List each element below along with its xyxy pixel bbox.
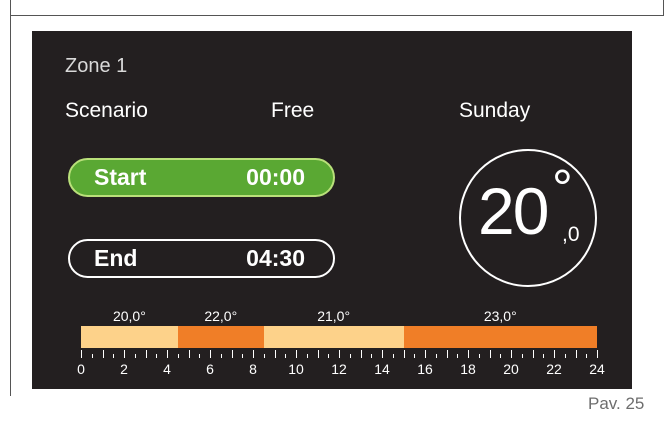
axis-tick [156, 354, 158, 358]
axis-tick [242, 354, 244, 358]
axis-tick [285, 354, 287, 358]
schedule-segment[interactable] [81, 326, 178, 348]
schedule-segment[interactable] [263, 326, 404, 348]
axis-tick [263, 354, 265, 358]
timeline-axis [81, 348, 598, 358]
segment-temperature-label: 20,0° [112, 308, 146, 324]
axis-hour-label: 14 [374, 361, 390, 377]
axis-hour-label: 22 [546, 361, 562, 377]
axis-tick [339, 350, 340, 358]
axis-tick [317, 350, 319, 358]
axis-hour-label: 4 [163, 361, 171, 377]
schedule-segment[interactable] [177, 326, 264, 348]
axis-hour-label: 18 [460, 361, 476, 377]
temperature-integer: 20 [478, 174, 549, 248]
end-time-value: 04:30 [246, 245, 305, 271]
axis-tick [564, 354, 566, 358]
axis-hour-label: 20 [503, 361, 519, 377]
axis-hour-label: 2 [120, 361, 128, 377]
start-time-button[interactable]: Start 00:00 [68, 158, 335, 197]
axis-tick [511, 350, 512, 358]
axis-tick [124, 350, 125, 358]
axis-tick [134, 354, 136, 358]
axis-tick [554, 350, 555, 358]
axis-tick [167, 350, 168, 358]
axis-tick [220, 354, 222, 358]
axis-tick [274, 350, 276, 358]
axis-tick [478, 354, 480, 358]
axis-tick [199, 354, 201, 358]
device-screen: Zone 1 Scenario Free Sunday Start 00:00 … [32, 31, 632, 389]
axis-tick [113, 354, 115, 358]
schedule-segment[interactable] [403, 326, 597, 348]
axis-tick [360, 350, 362, 358]
axis-hour-label: 10 [288, 361, 304, 377]
axis-hour-label: 8 [249, 361, 257, 377]
axis-tick [102, 350, 104, 358]
segment-temperature-label: 23,0° [483, 308, 517, 324]
axis-tick [296, 350, 297, 358]
axis-tick [435, 354, 437, 358]
axis-tick [81, 350, 82, 358]
axis-tick [414, 354, 416, 358]
axis-tick [468, 350, 469, 358]
day-label[interactable]: Sunday [459, 99, 530, 123]
temperature-setpoint-dial[interactable]: 20 ° ,0 [459, 149, 597, 287]
scenario-label: Scenario [65, 99, 148, 122]
axis-tick [371, 354, 373, 358]
axis-hour-label: 24 [589, 361, 605, 377]
axis-hour-label: 0 [77, 361, 85, 377]
segment-temperature-label: 22,0° [204, 308, 238, 324]
axis-tick [253, 350, 254, 358]
segment-temperature-label: 21,0° [317, 308, 351, 324]
axis-tick [500, 354, 502, 358]
axis-tick [586, 354, 588, 358]
axis-tick [231, 350, 233, 358]
axis-tick [328, 354, 330, 358]
axis-tick [446, 350, 448, 358]
temperature-decimal: ,0 [562, 223, 580, 246]
end-label: End [94, 245, 138, 271]
axis-hour-label: 16 [417, 361, 433, 377]
axis-tick [188, 350, 190, 358]
axis-hour-label: 12 [331, 361, 347, 377]
axis-tick [489, 350, 491, 358]
axis-tick [392, 354, 394, 358]
schedule-timeline-bar[interactable] [81, 326, 597, 348]
degree-symbol: ° [552, 160, 573, 218]
axis-tick [91, 354, 93, 358]
axis-tick [425, 350, 426, 358]
zone-title: Zone 1 [65, 55, 128, 77]
axis-tick [532, 350, 534, 358]
axis-tick [543, 354, 545, 358]
scenario-mode-value[interactable]: Free [271, 99, 314, 123]
end-time-button[interactable]: End 04:30 [68, 239, 335, 278]
axis-tick [145, 350, 147, 358]
page-number: Pav. 25 [588, 394, 645, 413]
axis-tick [382, 350, 383, 358]
axis-tick [403, 350, 405, 358]
axis-tick [457, 354, 459, 358]
frame-top [10, 0, 664, 16]
axis-tick [177, 354, 179, 358]
axis-tick [597, 350, 598, 358]
axis-tick [210, 350, 211, 358]
axis-tick [306, 354, 308, 358]
axis-tick [575, 350, 577, 358]
axis-hour-label: 6 [206, 361, 214, 377]
frame-left-line [10, 16, 11, 396]
axis-tick [521, 354, 523, 358]
start-time-value: 00:00 [246, 164, 305, 190]
start-label: Start [94, 164, 147, 190]
axis-tick [349, 354, 351, 358]
